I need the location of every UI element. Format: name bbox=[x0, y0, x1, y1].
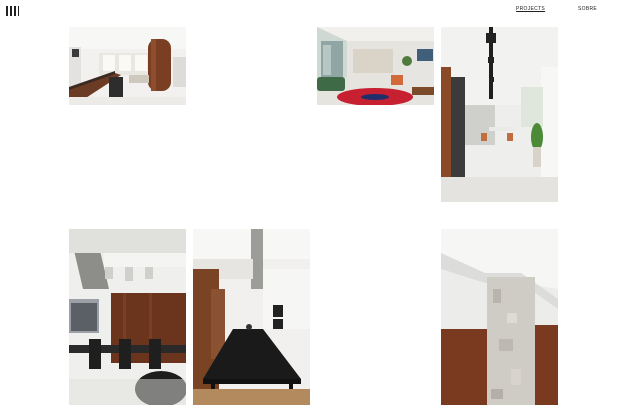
photo-kitchen-living[interactable] bbox=[69, 27, 186, 105]
nav-projects-link[interactable]: PROJECTS bbox=[516, 6, 545, 12]
nav-sobre-link[interactable]: SOBRE bbox=[578, 6, 597, 12]
photo-black-table[interactable] bbox=[193, 229, 310, 405]
logo-mark-icon[interactable] bbox=[6, 6, 20, 16]
photo-dining-wood-wall[interactable] bbox=[69, 229, 186, 405]
photo-corridor-dining[interactable] bbox=[441, 27, 558, 202]
photo-concrete-column[interactable] bbox=[441, 229, 558, 405]
photo-living-red-rug[interactable] bbox=[317, 27, 434, 105]
